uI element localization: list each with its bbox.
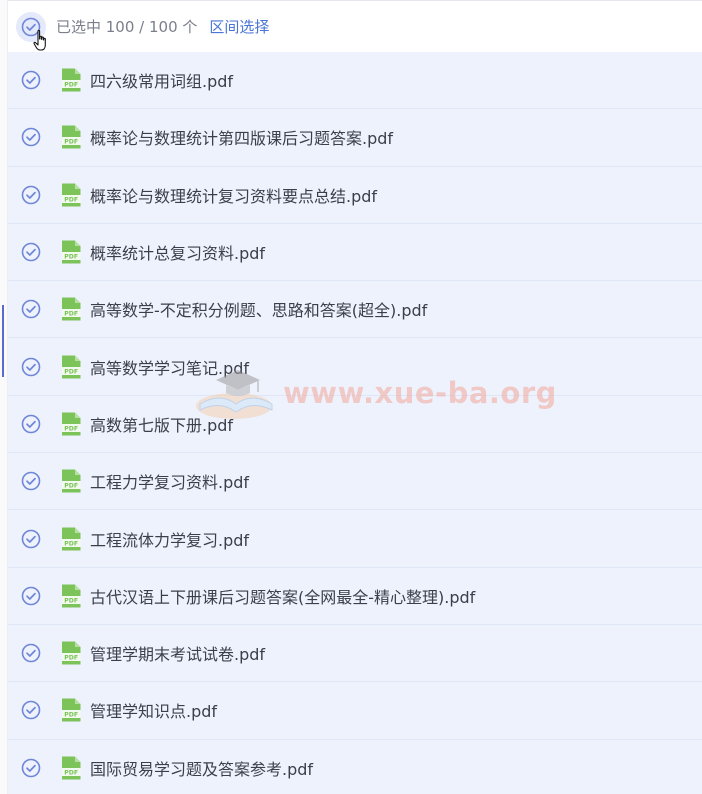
circle-check-icon [21,700,41,720]
file-name: 古代汉语上下册课后习题答案(全网最全-精心整理).pdf [90,587,476,607]
file-name: 国际贸易学习题及答案参考.pdf [90,759,314,779]
file-name: 四六级常用词组.pdf [90,72,234,92]
circle-check-icon [21,185,41,205]
range-select-link[interactable]: 区间选择 [209,16,269,37]
circle-check-icon [21,127,41,147]
pdf-file-icon: PDF [62,183,81,207]
file-row[interactable]: PDF 工程力学复习资料.pdf [8,453,702,511]
file-row[interactable]: PDF 高数第七版下册.pdf [8,395,702,454]
file-name: 概率论与数理统计第四版课后习题答案.pdf [90,129,394,149]
file-row[interactable]: PDF 概率论与数理统计复习资料要点总结.pdf [8,166,702,224]
pdf-file-icon: PDF [62,355,81,379]
pdf-icon-label: PDF [64,139,78,146]
file-selection-window: 已选中 100 / 100 个 区间选择 PDF 四六级常用词组.pdf PDF 概率… [0,0,702,794]
file-checkbox[interactable] [17,123,45,151]
pdf-icon-label: PDF [64,712,78,719]
circle-check-icon [21,299,41,319]
circle-check-icon [21,586,41,606]
pdf-file-icon: PDF [62,756,81,780]
file-name: 概率论与数理统计复习资料要点总结.pdf [90,186,378,206]
pdf-icon-label: PDF [64,655,78,662]
pdf-icon-label: PDF [64,196,78,203]
file-checkbox[interactable] [17,696,45,724]
file-name: 概率统计总复习资料.pdf [90,244,266,264]
file-checkbox[interactable] [17,582,45,610]
file-row[interactable]: PDF 国际贸易学习题及答案参考.pdf [8,739,702,794]
file-name: 高等数学学习笔记.pdf [90,358,250,378]
file-row[interactable]: PDF 高等数学学习笔记.pdf [8,338,702,396]
pdf-file-icon: PDF [62,641,81,665]
file-row[interactable]: PDF 概率统计总复习资料.pdf [8,223,702,282]
pdf-file-icon: PDF [62,469,81,493]
active-indicator [2,305,4,377]
selection-count: 已选中 100 / 100 个 [56,18,198,36]
circle-check-icon [21,70,41,90]
pdf-icon-label: PDF [64,254,78,261]
file-checkbox[interactable] [17,467,45,495]
file-checkbox[interactable] [17,754,45,782]
file-checkbox[interactable] [17,353,45,381]
circle-check-icon [21,471,41,491]
pdf-file-icon: PDF [62,240,81,264]
left-panel-edge [0,0,8,794]
file-name: 高数第七版下册.pdf [90,415,234,435]
pdf-file-icon: PDF [62,125,81,149]
pdf-file-icon: PDF [62,297,81,321]
circle-check-icon [21,529,41,549]
selection-header: 已选中 100 / 100 个 区间选择 [8,0,702,52]
pdf-icon-label: PDF [64,368,78,375]
circle-check-icon [21,357,41,377]
file-name: 工程流体力学复习.pdf [90,530,250,550]
circle-check-icon [21,414,41,434]
pdf-icon-label: PDF [64,540,78,547]
pdf-icon-label: PDF [64,597,78,604]
hand-pointer-icon [33,29,51,53]
circle-check-icon [21,758,41,778]
file-checkbox[interactable] [17,181,45,209]
file-checkbox[interactable] [17,410,45,438]
file-row[interactable]: PDF 概率论与数理统计第四版课后习题答案.pdf [8,109,702,167]
file-name: 工程力学复习资料.pdf [90,473,250,493]
file-list: PDF 四六级常用词组.pdf PDF 概率论与数理统计第四版课后习题答案.pdf PD… [8,52,702,794]
file-checkbox[interactable] [17,238,45,266]
pdf-icon-label: PDF [64,483,78,490]
file-name: 管理学知识点.pdf [90,702,218,722]
file-row[interactable]: PDF 管理学期末考试试卷.pdf [8,624,702,683]
pdf-icon-label: PDF [64,426,78,433]
file-checkbox[interactable] [17,639,45,667]
pdf-icon-label: PDF [64,82,78,89]
file-row[interactable]: PDF 管理学知识点.pdf [8,682,702,740]
pdf-file-icon: PDF [62,527,81,551]
file-row[interactable]: PDF 古代汉语上下册课后习题答案(全网最全-精心整理).pdf [8,567,702,625]
pdf-icon-label: PDF [64,769,78,776]
file-row[interactable]: PDF 高等数学-不定积分例题、思路和答案(超全).pdf [8,281,702,339]
file-list-panel: 已选中 100 / 100 个 区间选择 PDF 四六级常用词组.pdf PDF 概率… [8,0,702,794]
pdf-file-icon: PDF [62,68,81,92]
file-row[interactable]: PDF 工程流体力学复习.pdf [8,510,702,568]
file-checkbox[interactable] [17,66,45,94]
file-name: 高等数学-不定积分例题、思路和答案(超全).pdf [90,301,428,321]
pdf-file-icon: PDF [62,698,81,722]
file-name: 管理学期末考试试卷.pdf [90,645,266,665]
file-row[interactable]: PDF 四六级常用词组.pdf [8,52,702,110]
circle-check-icon [21,242,41,262]
select-all-checkbox[interactable] [16,11,46,51]
pdf-icon-label: PDF [64,311,78,318]
file-checkbox[interactable] [17,525,45,553]
circle-check-icon [21,643,41,663]
pdf-file-icon: PDF [62,584,81,608]
file-checkbox[interactable] [17,295,45,323]
pdf-file-icon: PDF [62,412,81,436]
